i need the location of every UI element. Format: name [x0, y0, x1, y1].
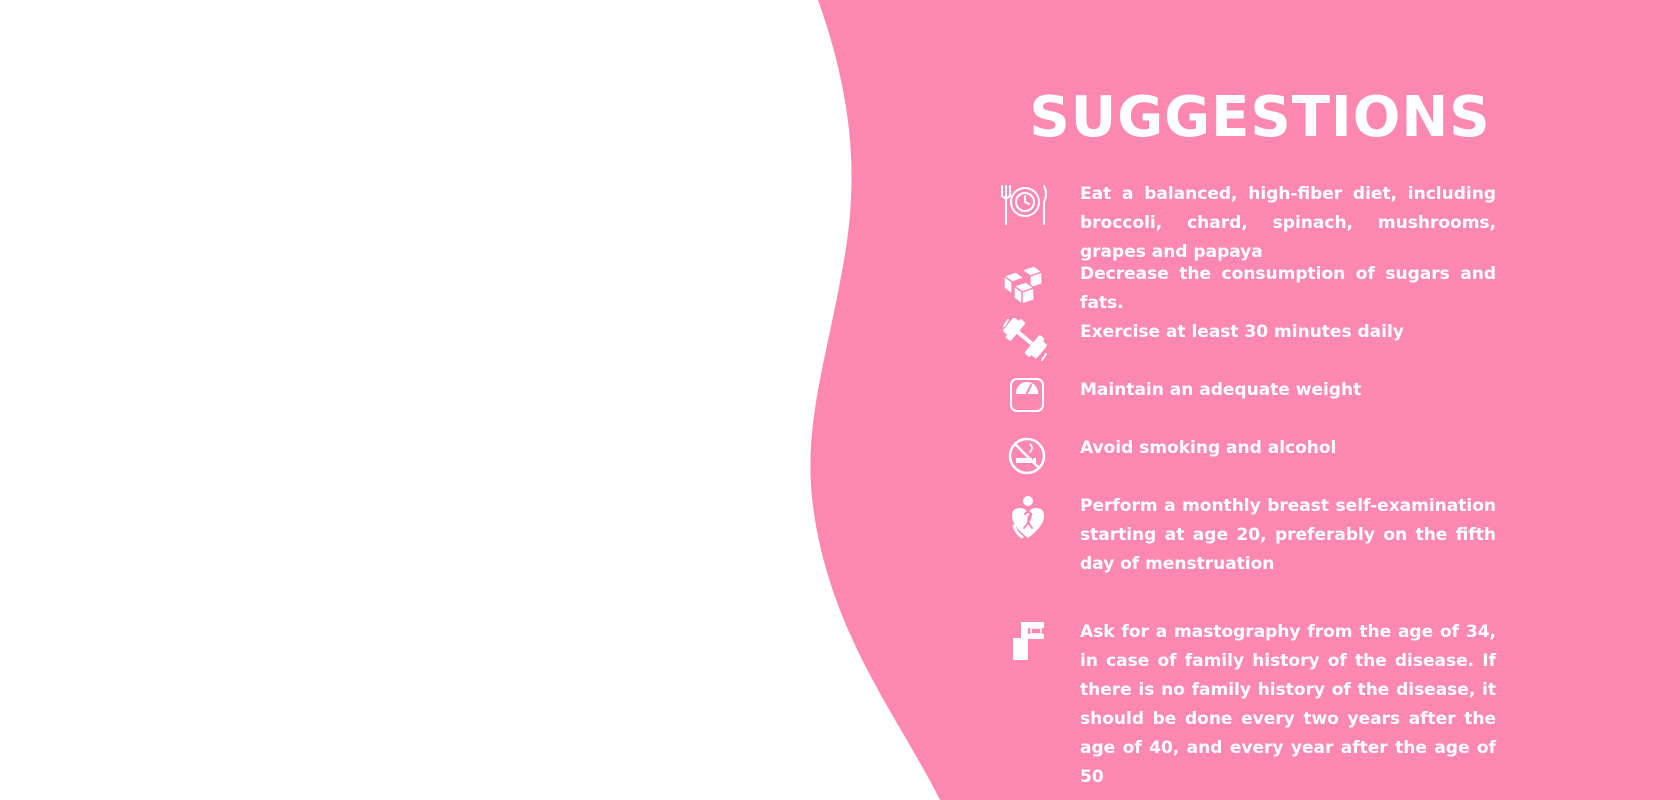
suggestion-text: Maintain an adequate weight	[1080, 380, 1362, 400]
suggestion-text: Decrease the consumption of sugars and f…	[1080, 264, 1496, 313]
mammography-machine-icon	[1000, 618, 1050, 668]
sugar-cubes-icon	[1000, 260, 1050, 310]
page-title: SUGGESTIONS	[1029, 85, 1491, 150]
no-smoking-icon	[1000, 434, 1050, 484]
weight-scale-icon	[1000, 376, 1050, 426]
suggestion-text: Perform a monthly breast self-examinatio…	[1080, 496, 1496, 574]
self-exam-ribbon-icon	[1000, 492, 1050, 542]
dumbbell-icon	[1000, 318, 1050, 368]
suggestion-text: Avoid smoking and alcohol	[1080, 438, 1337, 458]
suggestion-text: Eat a balanced, high-fiber diet, includi…	[1080, 184, 1496, 262]
suggestion-text: Ask for a mastography from the age of 34…	[1080, 622, 1496, 787]
slide: SUGGESTIONS Eat a balanced, high-fiber d…	[0, 0, 1680, 800]
plate-cutlery-icon	[1000, 180, 1050, 230]
suggestion-text: Exercise at least 30 minutes daily	[1080, 322, 1404, 342]
